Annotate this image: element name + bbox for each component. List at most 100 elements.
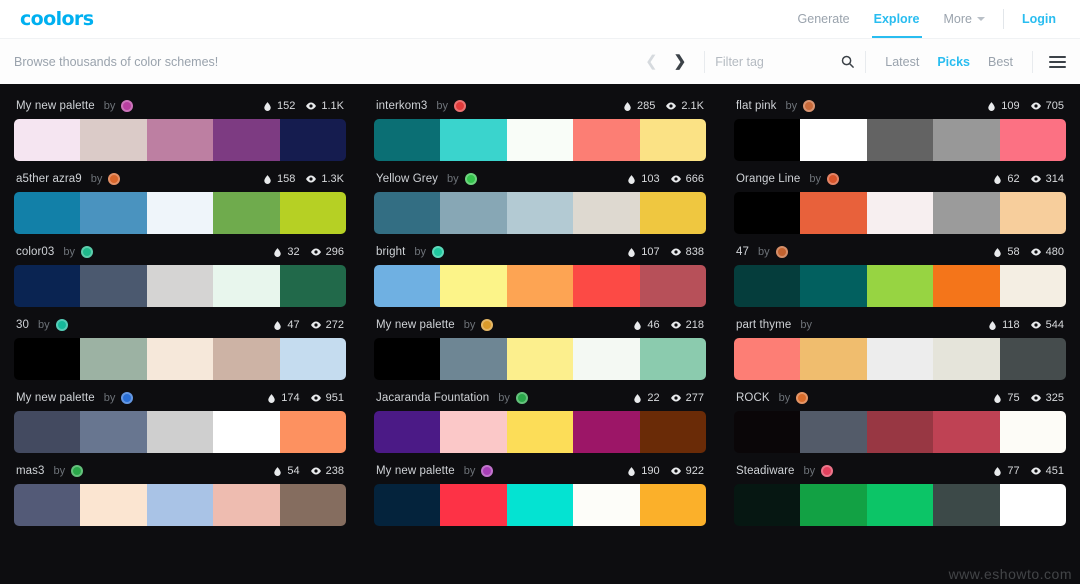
avatar[interactable] [81,246,94,258]
color-swatch[interactable] [213,119,280,161]
palette-swatches[interactable] [734,192,1066,234]
coolors-logo[interactable]: coolors [20,9,94,29]
palette-swatches[interactable] [374,265,706,307]
palette-swatches[interactable] [374,484,706,526]
palette-name[interactable]: Orange Line [736,173,800,185]
color-swatch[interactable] [146,338,214,380]
color-swatch[interactable] [734,192,801,234]
palette-card[interactable]: flat pink by 109 705 [734,88,1066,161]
color-swatch[interactable] [440,265,507,307]
avatar[interactable] [71,465,84,477]
palette-card[interactable]: ROCK by 75 325 [734,380,1066,453]
color-swatch[interactable] [279,265,346,307]
color-swatch[interactable] [866,411,934,453]
palette-swatches[interactable] [734,411,1066,453]
avatar[interactable] [464,173,477,185]
color-swatch[interactable] [639,192,706,234]
color-swatch[interactable] [933,119,1000,161]
palette-card[interactable]: My new palette by 152 1.1K [14,88,346,161]
palette-card[interactable]: 47 by 58 480 [734,234,1066,307]
nav-item-generate[interactable]: Generate [786,0,862,38]
palette-swatches[interactable] [14,192,346,234]
color-swatch[interactable] [146,484,214,526]
color-swatch[interactable] [213,338,280,380]
palette-name[interactable]: a5ther azra9 [16,173,82,185]
palette-name[interactable]: ROCK [736,392,770,404]
palette-swatches[interactable] [14,265,346,307]
palette-name[interactable]: mas3 [16,465,45,477]
color-swatch[interactable] [999,484,1066,526]
color-swatch[interactable] [374,192,441,234]
color-swatch[interactable] [734,411,801,453]
color-swatch[interactable] [999,338,1066,380]
palette-name[interactable]: Jacaranda Fountation [376,392,489,404]
search-icon[interactable] [840,54,855,69]
color-swatch[interactable] [146,192,214,234]
color-swatch[interactable] [14,192,81,234]
color-swatch[interactable] [80,411,147,453]
palette-swatches[interactable] [14,338,346,380]
color-swatch[interactable] [506,119,574,161]
palette-swatches[interactable] [14,484,346,526]
color-swatch[interactable] [999,119,1066,161]
color-swatch[interactable] [866,265,934,307]
palette-name[interactable]: Steadiware [736,465,795,477]
palette-swatches[interactable] [374,192,706,234]
color-swatch[interactable] [573,338,640,380]
tab-best[interactable]: Best [979,55,1022,69]
palette-card[interactable]: My new palette by 174 951 [14,380,346,453]
color-swatch[interactable] [573,411,640,453]
palette-swatches[interactable] [734,265,1066,307]
color-swatch[interactable] [800,411,867,453]
login-button[interactable]: Login [1010,12,1062,26]
color-swatch[interactable] [374,484,441,526]
palette-swatches[interactable] [734,119,1066,161]
hamburger-menu-icon[interactable] [1049,55,1066,68]
color-swatch[interactable] [800,265,867,307]
palette-name[interactable]: My new palette [16,392,95,404]
color-swatch[interactable] [506,338,574,380]
color-swatch[interactable] [279,484,346,526]
palette-card[interactable]: part thyme by 118 544 [734,307,1066,380]
avatar[interactable] [432,246,444,258]
color-swatch[interactable] [213,265,280,307]
color-swatch[interactable] [999,265,1066,307]
tab-picks[interactable]: Picks [928,55,979,69]
palette-swatches[interactable] [374,338,706,380]
color-swatch[interactable] [933,192,1000,234]
avatar[interactable] [796,392,809,404]
avatar[interactable] [121,100,134,112]
color-swatch[interactable] [639,338,706,380]
palette-name[interactable]: 30 [16,319,29,331]
color-swatch[interactable] [734,484,801,526]
palette-card[interactable]: Steadiware by 77 451 [734,453,1066,526]
palette-card[interactable]: Orange Line by 62 314 [734,161,1066,234]
color-swatch[interactable] [374,265,441,307]
color-swatch[interactable] [213,411,280,453]
color-swatch[interactable] [213,484,280,526]
color-swatch[interactable] [639,484,706,526]
color-swatch[interactable] [866,119,934,161]
avatar[interactable] [481,319,494,331]
palette-swatches[interactable] [734,338,1066,380]
color-swatch[interactable] [734,119,801,161]
palette-card[interactable]: Jacaranda Fountation by 22 277 [374,380,706,453]
tab-latest[interactable]: Latest [876,55,928,69]
chevron-right-icon[interactable]: ❯ [666,54,695,69]
color-swatch[interactable] [80,119,147,161]
color-swatch[interactable] [279,411,346,453]
color-swatch[interactable] [279,119,346,161]
palette-name[interactable]: bright [376,246,405,258]
color-swatch[interactable] [933,265,1000,307]
palette-name[interactable]: interkom3 [376,100,427,112]
color-swatch[interactable] [573,265,640,307]
color-swatch[interactable] [639,265,706,307]
avatar[interactable] [108,173,121,185]
color-swatch[interactable] [866,484,934,526]
palette-name[interactable]: part thyme [736,319,791,331]
avatar[interactable] [121,392,134,404]
palette-card[interactable]: mas3 by 54 238 [14,453,346,526]
palette-name[interactable]: My new palette [376,319,455,331]
color-swatch[interactable] [933,411,1000,453]
color-swatch[interactable] [933,338,1000,380]
